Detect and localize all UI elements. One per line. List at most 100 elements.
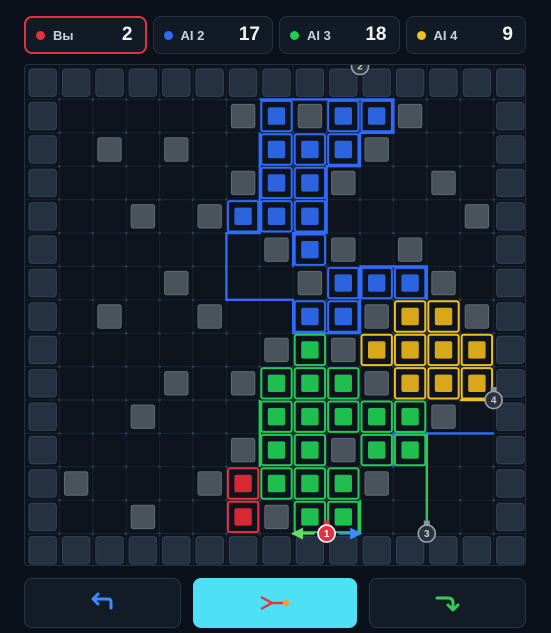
yellow-cell[interactable] xyxy=(393,333,427,367)
player-name: AI 4 xyxy=(433,27,458,43)
marker-1[interactable]: 1 xyxy=(317,520,336,543)
neutral-block[interactable] xyxy=(130,204,156,229)
player-color-dot xyxy=(163,30,173,40)
red-cell[interactable] xyxy=(226,467,260,500)
marker-3[interactable]: 3 xyxy=(417,520,437,543)
neutral-block[interactable] xyxy=(264,337,289,363)
blue-cell[interactable] xyxy=(293,133,327,166)
neutral-block[interactable] xyxy=(364,371,389,396)
neutral-block[interactable] xyxy=(431,270,456,296)
red-cell[interactable] xyxy=(226,500,260,534)
green-cell[interactable] xyxy=(293,333,327,367)
neutral-block[interactable] xyxy=(331,170,356,196)
neutral-block[interactable] xyxy=(464,204,490,229)
neutral-block[interactable] xyxy=(230,103,256,129)
grid-dot xyxy=(91,198,95,201)
blue-cell[interactable] xyxy=(260,200,293,233)
blue-cell[interactable] xyxy=(327,133,360,166)
yellow-cell[interactable] xyxy=(393,300,427,333)
blue-cell[interactable] xyxy=(293,233,327,266)
neutral-block[interactable] xyxy=(331,337,356,363)
wall-tile xyxy=(28,268,57,298)
neutral-block[interactable] xyxy=(164,270,189,296)
neutral-block[interactable] xyxy=(364,471,389,496)
neutral-block[interactable] xyxy=(197,471,222,496)
neutral-block[interactable] xyxy=(230,371,256,396)
green-cell[interactable] xyxy=(260,400,293,433)
neutral-block[interactable] xyxy=(431,404,456,429)
green-cell[interactable] xyxy=(293,467,327,500)
neutral-block[interactable] xyxy=(230,437,256,463)
green-cell[interactable] xyxy=(260,467,293,500)
neutral-block[interactable] xyxy=(197,304,222,329)
neutral-block[interactable] xyxy=(130,404,156,429)
undo-button[interactable] xyxy=(24,578,181,628)
green-cell[interactable] xyxy=(327,467,360,500)
grid-dot xyxy=(425,164,429,168)
neutral-block[interactable] xyxy=(264,237,289,262)
green-cell[interactable] xyxy=(293,400,327,433)
board-grid[interactable]: 2 4 3 1 xyxy=(25,65,527,567)
yellow-cell[interactable] xyxy=(427,333,460,367)
grid-dot xyxy=(358,198,362,201)
neutral-block[interactable] xyxy=(331,437,356,463)
neutral-block[interactable] xyxy=(364,137,389,162)
game-board[interactable]: 2 4 3 1 xyxy=(24,64,527,567)
blue-cell[interactable] xyxy=(327,99,360,133)
grid-dot xyxy=(158,465,161,469)
neutral-block[interactable] xyxy=(97,304,122,329)
redo-button[interactable] xyxy=(369,578,526,628)
grid-dot xyxy=(458,532,462,535)
neutral-block[interactable] xyxy=(297,103,323,129)
blue-cell[interactable] xyxy=(260,133,293,166)
neutral-block[interactable] xyxy=(364,304,389,329)
blue-cell[interactable] xyxy=(293,200,327,233)
blue-cell[interactable] xyxy=(293,300,327,333)
neutral-block[interactable] xyxy=(331,237,356,262)
grid-dot xyxy=(91,164,95,168)
neutral-block[interactable] xyxy=(130,504,156,530)
green-cell[interactable] xyxy=(327,400,360,433)
blue-cell[interactable] xyxy=(260,166,293,200)
blue-cell[interactable] xyxy=(260,99,293,133)
player-color-dot xyxy=(416,30,426,40)
green-cell[interactable] xyxy=(293,367,327,400)
green-cell[interactable] xyxy=(360,400,393,433)
yellow-cell[interactable] xyxy=(427,367,460,400)
fire-button[interactable] xyxy=(192,578,358,628)
blue-cell[interactable] xyxy=(293,166,327,200)
neutral-block[interactable] xyxy=(164,137,189,162)
green-cell[interactable] xyxy=(293,433,327,467)
yellow-cell[interactable] xyxy=(427,300,460,333)
neutral-block[interactable] xyxy=(97,137,122,162)
neutral-block[interactable] xyxy=(197,204,222,229)
neutral-block[interactable] xyxy=(264,504,289,530)
marker-2[interactable]: 2 xyxy=(350,65,370,76)
green-cell[interactable] xyxy=(360,433,393,467)
blue-cell[interactable] xyxy=(393,266,427,300)
blue-cell[interactable] xyxy=(360,266,393,300)
green-cell[interactable] xyxy=(260,433,293,467)
yellow-cell[interactable] xyxy=(393,367,427,400)
green-cell[interactable] xyxy=(327,367,360,400)
neutral-block[interactable] xyxy=(230,170,256,196)
neutral-block[interactable] xyxy=(397,237,423,262)
grid-dot xyxy=(225,398,228,402)
neutral-block[interactable] xyxy=(464,304,490,329)
blue-cell[interactable] xyxy=(327,266,360,300)
wall-tile xyxy=(496,435,525,465)
blue-cell[interactable] xyxy=(226,200,260,233)
neutral-block[interactable] xyxy=(63,471,89,496)
neutral-block[interactable] xyxy=(397,103,423,129)
blue-cell[interactable] xyxy=(360,99,393,133)
neutral-block[interactable] xyxy=(297,270,323,296)
neutral-block[interactable] xyxy=(431,170,456,196)
green-cell[interactable] xyxy=(260,367,293,400)
green-cell[interactable] xyxy=(393,400,427,433)
blue-cell[interactable] xyxy=(327,300,360,333)
neutral-block[interactable] xyxy=(164,371,189,396)
grid-dot xyxy=(225,131,228,135)
yellow-cell[interactable] xyxy=(460,333,494,367)
yellow-cell[interactable] xyxy=(360,333,393,367)
green-cell[interactable] xyxy=(393,433,427,467)
